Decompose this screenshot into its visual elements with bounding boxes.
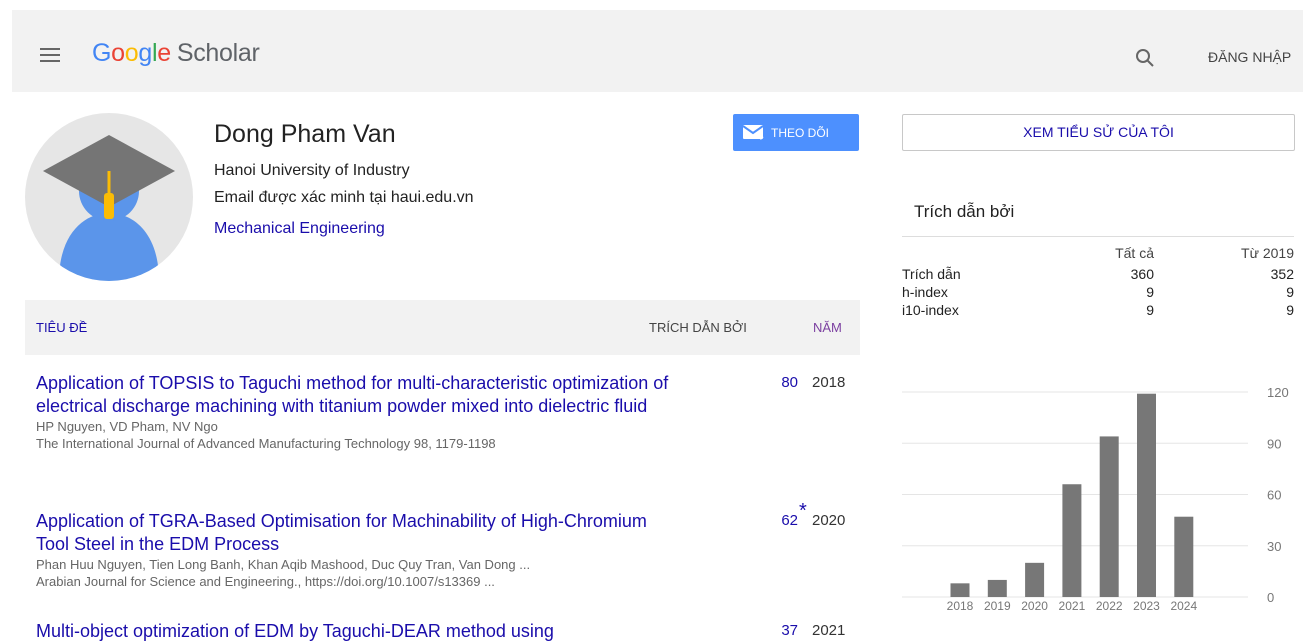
article-year: 2021 (812, 622, 846, 639)
article-authors: Phan Huu Nguyen, Tien Long Banh, Khan Aq… (36, 557, 531, 572)
sort-by-title[interactable]: TIÊU ĐỀ (36, 320, 87, 335)
citation-stats-table: Tất cả Từ 2019 Trích dẫn 360 352 h-index… (902, 236, 1294, 320)
top-bar: Google Scholar ĐĂNG NHẬP (12, 10, 1303, 92)
article-title-link[interactable]: Application of TGRA-Based Optimisation f… (36, 510, 676, 556)
article-year: 2018 (812, 374, 846, 391)
search-icon[interactable] (1135, 48, 1155, 68)
article-venue: The International Journal of Advanced Ma… (36, 436, 496, 451)
x-tick-label: 2020 (1021, 599, 1048, 613)
stat-all: 9 (1146, 302, 1154, 318)
article-row: Multi-object optimization of EDM by Tagu… (36, 620, 856, 643)
stats-row: h-index 9 9 (902, 284, 1294, 302)
svg-text:+: + (758, 133, 764, 141)
x-tick-label: 2022 (1096, 599, 1123, 613)
article-cites-link[interactable]: 37 (758, 622, 798, 639)
profile-name: Dong Pham Van (214, 120, 396, 148)
follow-label: THEO DÕI (771, 125, 830, 140)
col-since: Từ 2019 (1241, 245, 1294, 261)
stats-header-row: Tất cả Từ 2019 (902, 236, 1294, 266)
verified-email: Email được xác minh tại haui.edu.vn (214, 189, 474, 206)
article-cites-link[interactable]: 62 (758, 512, 798, 529)
google-scholar-logo[interactable]: Google Scholar (92, 39, 260, 68)
cited-by-heading: Trích dẫn bởi (914, 202, 1015, 221)
article-title-link[interactable]: Multi-object optimization of EDM by Tagu… (36, 620, 676, 643)
article-cites-link[interactable]: 80 (758, 374, 798, 391)
x-tick-label: 2021 (1059, 599, 1086, 613)
bar-2022[interactable] (1099, 436, 1119, 597)
x-tick-label: 2018 (947, 599, 974, 613)
bar-2019[interactable] (987, 579, 1007, 597)
stat-all: 360 (1130, 266, 1154, 282)
bar-2024[interactable] (1174, 516, 1194, 597)
article-row: Application of TOPSIS to Taguchi method … (36, 372, 856, 452)
graduate-avatar-icon (43, 135, 175, 281)
stat-label-link[interactable]: Trích dẫn (902, 266, 961, 282)
y-tick-label: 30 (1267, 539, 1281, 554)
stat-since: 9 (1286, 302, 1294, 318)
citations-per-year-chart: 0 30 60 90 120 2018 2019 2020 2021 2022 2023 2024 (902, 385, 1289, 613)
sort-by-cited[interactable]: TRÍCH DẪN BỞI (649, 320, 747, 335)
mail-plus-icon: + (743, 124, 764, 141)
stat-since: 352 (1270, 266, 1294, 282)
bar-2018[interactable] (950, 583, 970, 597)
research-interest-link[interactable]: Mechanical Engineering (214, 220, 385, 238)
stats-row: Trích dẫn 360 352 (902, 266, 1294, 284)
y-tick-label: 120 (1267, 385, 1289, 400)
col-all: Tất cả (1115, 245, 1154, 261)
article-venue: Arabian Journal for Science and Engineer… (36, 574, 495, 589)
y-tick-label: 90 (1267, 436, 1281, 451)
y-tick-label: 60 (1267, 488, 1281, 503)
articles-table-header: TIÊU ĐỀ TRÍCH DẪN BỞI NĂM (25, 300, 860, 355)
article-title-link[interactable]: Application of TOPSIS to Taguchi method … (36, 372, 676, 418)
sign-in-button[interactable]: ĐĂNG NHẬP (1208, 49, 1291, 65)
stat-label-link[interactable]: h-index (902, 284, 948, 300)
bar-2020[interactable] (1025, 562, 1045, 597)
avatar (25, 113, 193, 281)
view-my-profile-button[interactable]: XEM TIỂU SỬ CỦA TÔI (902, 114, 1295, 151)
stats-row: i10-index 9 9 (902, 302, 1294, 320)
article-authors: HP Nguyen, VD Pham, NV Ngo (36, 419, 218, 434)
bar-2023[interactable] (1137, 393, 1156, 597)
article-year: 2020 (812, 512, 846, 529)
menu-icon[interactable] (40, 48, 60, 62)
article-row: Application of TGRA-Based Optimisation f… (36, 500, 856, 590)
y-tick-label: 0 (1267, 590, 1274, 605)
x-tick-label: 2024 (1170, 599, 1197, 613)
affiliation: Hanoi University of Industry (214, 162, 410, 179)
sort-by-year[interactable]: NĂM (813, 320, 842, 335)
stat-label-link[interactable]: i10-index (902, 302, 959, 318)
merged-citation-star: * (799, 500, 807, 522)
stat-since: 9 (1286, 284, 1294, 300)
x-tick-label: 2023 (1133, 599, 1160, 613)
x-tick-label: 2019 (984, 599, 1011, 613)
bar-2021[interactable] (1062, 484, 1082, 597)
follow-button[interactable]: + THEO DÕI (733, 114, 859, 151)
stat-all: 9 (1146, 284, 1154, 300)
